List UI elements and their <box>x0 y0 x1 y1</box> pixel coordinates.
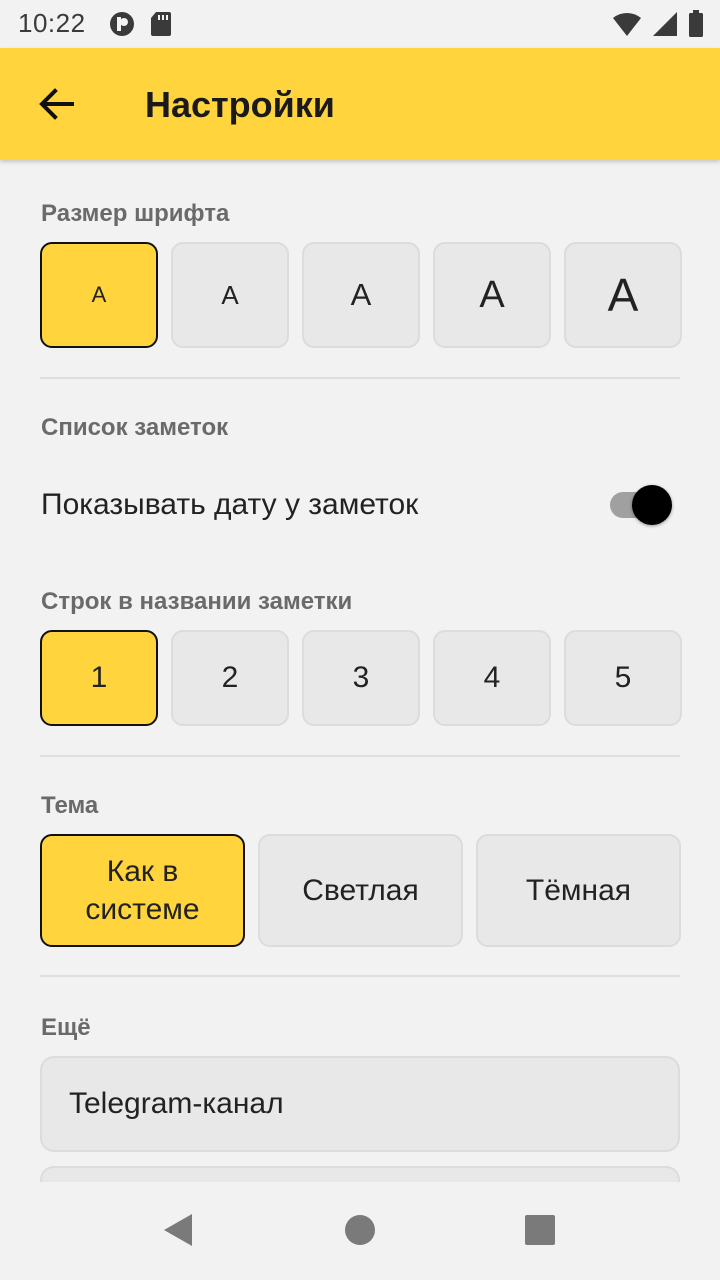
font-size-option-2[interactable]: A <box>171 242 289 348</box>
font-size-section-label: Размер шрифта <box>41 200 230 227</box>
divider <box>40 755 680 757</box>
title-lines-option-2[interactable]: 2 <box>171 630 289 726</box>
settings-screen: 10:22 Настройки Размер шрифта A A A A A … <box>0 0 720 1280</box>
toggle-thumb <box>632 485 672 525</box>
show-date-label: Показывать дату у заметок <box>41 488 419 521</box>
sd-card-icon <box>150 11 172 42</box>
telegram-channel-label: Telegram-канал <box>69 1087 284 1120</box>
arrow-left-icon <box>38 87 74 125</box>
theme-section-label: Тема <box>41 792 99 819</box>
cellular-icon <box>652 11 678 42</box>
more-section-label: Ещё <box>41 1014 91 1041</box>
title-lines-option-1[interactable]: 1 <box>40 630 158 726</box>
system-nav-bar <box>0 1182 720 1280</box>
back-button[interactable] <box>28 78 84 134</box>
nav-home-icon <box>344 1214 376 1251</box>
battery-icon <box>688 10 704 43</box>
app-notification-icon <box>108 10 136 43</box>
notes-list-section-label: Список заметок <box>41 414 229 441</box>
divider <box>40 377 680 379</box>
font-size-option-3[interactable]: A <box>302 242 420 348</box>
font-size-option-1[interactable]: A <box>40 242 158 348</box>
app-bar: Настройки <box>0 48 720 160</box>
theme-options: Как в системе Светлая Тёмная <box>40 834 681 947</box>
page-title: Настройки <box>145 84 335 125</box>
title-lines-section-label: Строк в названии заметки <box>41 588 353 615</box>
title-lines-options: 1 2 3 4 5 <box>40 630 682 726</box>
nav-back-icon <box>162 1213 194 1252</box>
wifi-icon <box>612 11 642 42</box>
nav-home-button[interactable] <box>338 1210 382 1254</box>
divider <box>40 975 680 977</box>
font-size-options: A A A A A <box>40 242 682 348</box>
status-time: 10:22 <box>18 8 86 38</box>
theme-option-light[interactable]: Светлая <box>258 834 463 947</box>
nav-recents-button[interactable] <box>518 1210 562 1254</box>
show-date-toggle[interactable] <box>608 483 676 527</box>
status-bar: 10:22 <box>0 0 720 48</box>
font-size-option-5[interactable]: A <box>564 242 682 348</box>
title-lines-option-5[interactable]: 5 <box>564 630 682 726</box>
telegram-channel-item[interactable]: Telegram-канал <box>40 1056 680 1152</box>
nav-back-button[interactable] <box>156 1210 200 1254</box>
theme-option-dark[interactable]: Тёмная <box>476 834 681 947</box>
title-lines-option-3[interactable]: 3 <box>302 630 420 726</box>
theme-option-system[interactable]: Как в системе <box>40 834 245 947</box>
font-size-option-4[interactable]: A <box>433 242 551 348</box>
title-lines-option-4[interactable]: 4 <box>433 630 551 726</box>
settings-content[interactable]: Размер шрифта A A A A A Список заметок П… <box>0 160 720 1182</box>
more-item-2[interactable] <box>40 1166 680 1182</box>
nav-recents-icon <box>525 1214 555 1250</box>
